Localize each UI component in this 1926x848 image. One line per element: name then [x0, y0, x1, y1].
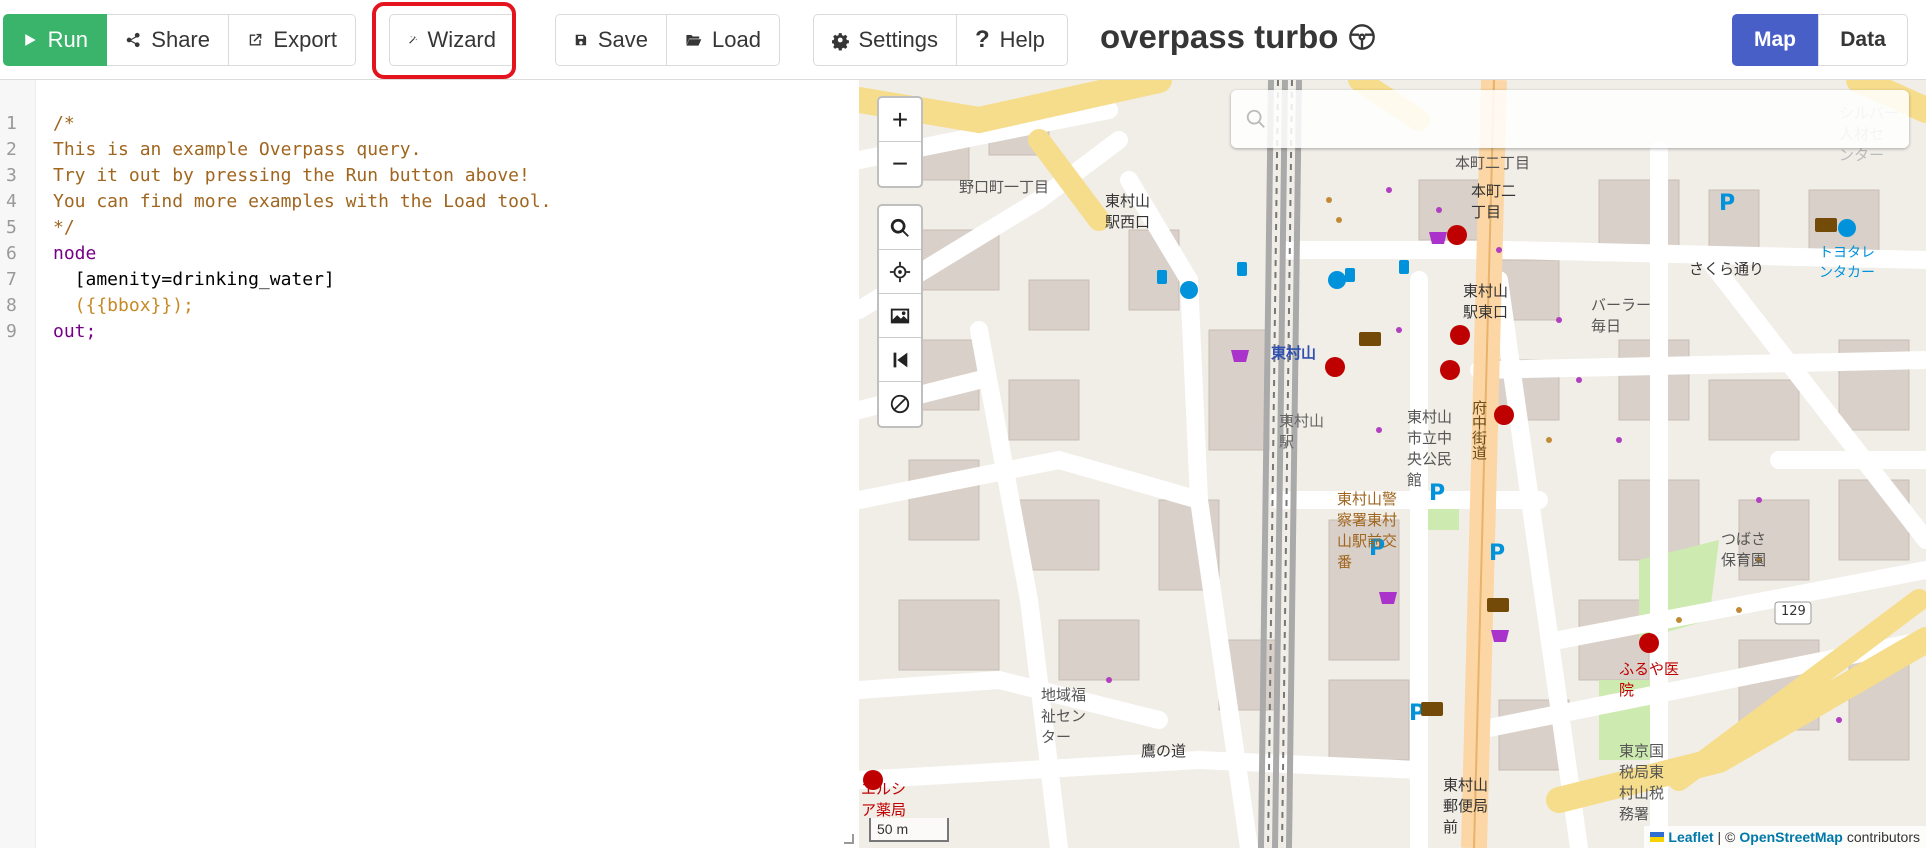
search-icon	[1246, 109, 1265, 128]
wizard-highlight	[372, 2, 516, 79]
ukraine-flag-icon	[1650, 832, 1665, 842]
map-label: 東村山警 察署東村 山駅前交 番	[1337, 490, 1398, 571]
map-view[interactable]: P P P P P 野口町一丁目 東村山 駅西口 本町二丁目 本町二 丁目 東村…	[859, 80, 1926, 848]
locate-button[interactable]	[879, 250, 921, 294]
line-number: 4	[6, 191, 17, 212]
map-label: 東村山 駅	[1279, 412, 1325, 451]
map-label: 東村山 駅西口	[1105, 192, 1151, 231]
floppy-disk-icon	[575, 34, 587, 46]
map-label: ふるや医 院	[1619, 660, 1680, 699]
folder-open-icon	[686, 35, 702, 46]
data-view-button[interactable]: Data	[1818, 14, 1908, 66]
query-editor[interactable]: 1 /* 2 This is an example Overpass query…	[0, 80, 858, 848]
question-mark-icon: ?	[975, 26, 990, 53]
gear-icon	[832, 33, 849, 51]
magnifier-icon	[890, 218, 909, 237]
map-label: さくら通り	[1689, 260, 1765, 278]
zoom-control: + −	[877, 96, 923, 188]
toolbar: Run Share Export Wizard Save Load Settin…	[0, 0, 1926, 80]
share-button[interactable]: Share	[107, 14, 229, 66]
run-button[interactable]: Run	[3, 14, 107, 66]
map-label: 野口町一丁目	[959, 178, 1050, 196]
line-number: 8	[6, 295, 17, 316]
map-scale: 50 m	[869, 818, 949, 842]
play-icon	[25, 34, 36, 46]
line-number: 2	[6, 139, 17, 160]
map-label: トヨタレ ンタカー	[1819, 245, 1875, 281]
svg-text:P: P	[1719, 191, 1735, 216]
external-link-icon	[249, 33, 262, 46]
clear-button[interactable]	[879, 382, 921, 426]
code-line: /*	[53, 113, 75, 134]
map-label: バーラー 毎日	[1591, 296, 1652, 335]
svg-text:P: P	[1489, 541, 1505, 566]
run-label: Run	[47, 27, 88, 52]
attribution-separator: | ©	[1717, 829, 1736, 845]
app-title: overpass turbo	[1100, 18, 1376, 56]
crosshair-icon	[889, 261, 911, 282]
map-label: 東村山 市立中 央公民 館	[1407, 408, 1453, 489]
map-view-button[interactable]: Map	[1732, 14, 1818, 66]
line-number: 6	[6, 243, 17, 264]
export-button[interactable]: Export	[229, 14, 356, 66]
zoom-out-button[interactable]: −	[879, 142, 921, 186]
image-icon	[890, 308, 910, 323]
code-line: out;	[53, 321, 97, 342]
save-label: Save	[597, 27, 648, 52]
code-line: This is an example Overpass query.	[53, 139, 422, 160]
leaflet-link[interactable]: Leaflet	[1668, 829, 1713, 845]
map-label: 本町二 丁目	[1471, 182, 1517, 221]
settings-label: Settings	[858, 27, 939, 52]
osm-link[interactable]: OpenStreetMap	[1739, 829, 1842, 845]
save-button[interactable]: Save	[555, 14, 667, 66]
export-image-button[interactable]	[879, 294, 921, 338]
map-label: 府中街道	[1470, 400, 1488, 460]
code-line: */	[53, 217, 75, 238]
map-label: 東村山 駅東口	[1463, 282, 1509, 321]
map-search-input[interactable]	[1231, 90, 1909, 148]
share-icon	[126, 32, 140, 48]
map-label: 東村山	[1271, 344, 1317, 362]
code-line: Try it out by pressing the Run button ab…	[53, 165, 530, 186]
settings-button[interactable]: Settings	[813, 14, 957, 66]
line-number: 1	[6, 113, 17, 134]
share-label: Share	[151, 27, 210, 52]
reset-view-button[interactable]	[879, 338, 921, 382]
map-label: 地域福 祉セン ター	[1041, 686, 1087, 746]
route-number: 129	[1781, 604, 1806, 619]
map-label: 東村山 郵便局 前	[1443, 776, 1489, 836]
map-label: エルシ ア薬局	[861, 780, 907, 819]
help-label: Help	[999, 27, 1045, 52]
map-label: つばさ 保育園	[1721, 530, 1767, 569]
skip-back-icon	[893, 352, 908, 367]
map-label: 鷹の道	[1141, 742, 1187, 760]
code-line: ({{bbox}});	[53, 295, 194, 316]
line-number: 3	[6, 165, 17, 186]
code-line: [amenity=drinking_water]	[53, 269, 335, 290]
app-title-text: overpass turbo	[1100, 18, 1339, 55]
steering-wheel-icon	[1349, 24, 1376, 50]
export-label: Export	[273, 27, 337, 52]
resize-handle[interactable]	[844, 834, 854, 844]
line-number: 7	[6, 269, 17, 290]
map-label: 東京国 税局東 村山税 務署	[1619, 742, 1665, 823]
load-button[interactable]: Load	[667, 14, 780, 66]
map-label: 本町二丁目	[1455, 154, 1531, 172]
line-number: 9	[6, 321, 17, 342]
line-number: 5	[6, 217, 17, 238]
code-line: node	[53, 243, 97, 264]
prohibited-icon	[890, 394, 910, 414]
zoom-in-button[interactable]: +	[879, 98, 921, 142]
load-label: Load	[712, 27, 761, 52]
map-tools-control	[877, 204, 923, 428]
attribution-contributors: contributors	[1846, 829, 1920, 845]
map-attribution: Leaflet | © OpenStreetMap contributors	[1644, 826, 1926, 848]
help-button[interactable]: ? Help	[957, 14, 1068, 66]
search-location-button[interactable]	[879, 206, 921, 250]
code-line: You can find more examples with the Load…	[53, 191, 552, 212]
